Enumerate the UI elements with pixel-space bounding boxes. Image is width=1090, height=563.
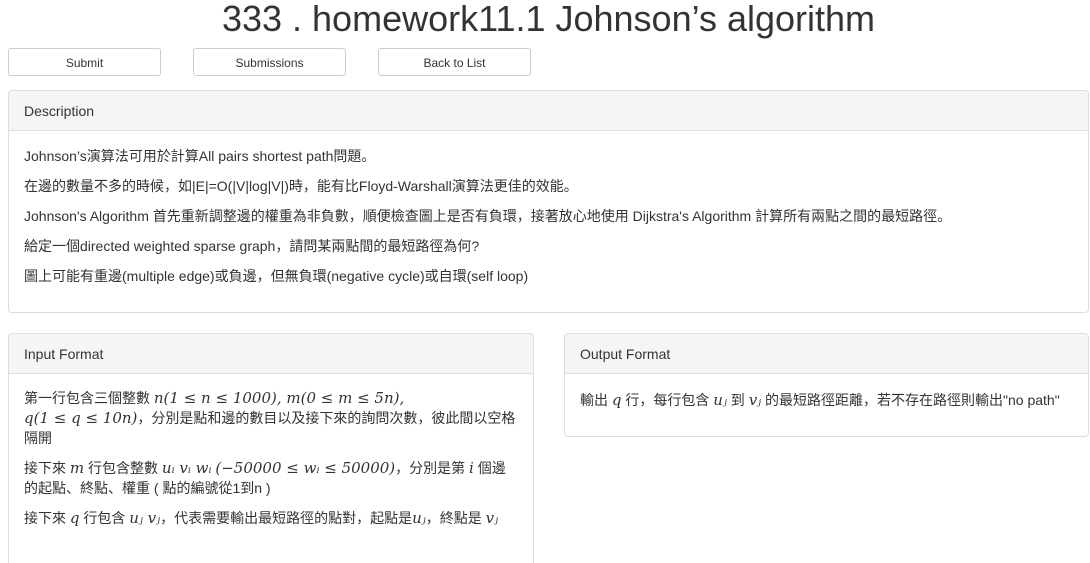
input-format-paragraph-2: 接下來 m 行包含整數 uᵢ vᵢ wᵢ (−50000 ≤ wᵢ ≤ 5000…: [24, 458, 518, 498]
math: uⱼ vⱼ: [129, 509, 161, 527]
math: m: [69, 459, 85, 477]
page-title: 333 . homework11.1 Johnson’s algorithm: [221, 0, 876, 39]
math: n(1 ≤ n ≤ 1000), m(0 ≤ m ≤ 5n),: [153, 389, 405, 407]
math: uᵢ vᵢ wᵢ: [161, 459, 212, 477]
text: 的最短路徑距離，若不存在路徑則輸出"no path": [761, 392, 1060, 408]
output-format-body: 輸出 q 行，每行包含 uⱼ 到 vⱼ 的最短路徑距離，若不存在路徑則輸出"no…: [565, 374, 1088, 410]
description-line-3: Johnson's Algorithm 首先重新調整邊的權重為非負數，順便檢查圖…: [24, 208, 952, 224]
output-format-heading: Output Format: [565, 334, 1088, 374]
math: uⱼ: [412, 509, 426, 527]
description-line-1: Johnson’s演算法可用於計算All pairs shortest path…: [24, 148, 376, 164]
description-line-4: 給定一個directed weighted sparse graph，請問某兩點…: [24, 238, 480, 254]
text: 行包含: [79, 510, 130, 526]
input-format-paragraph-1: 第一行包含三個整數 n(1 ≤ n ≤ 1000), m(0 ≤ m ≤ 5n)…: [24, 388, 518, 448]
text: 行，每行包含: [621, 392, 714, 408]
math: (−50000 ≤ wᵢ ≤ 50000): [215, 459, 396, 477]
description-line-2: 在邊的數量不多的時候，如|E|=O(|V|log|V|)時，能有比Floyd-W…: [24, 178, 578, 194]
math: vⱼ: [748, 391, 762, 409]
text: ，終點是: [425, 510, 486, 526]
description-line-5: 圖上可能有重邊(multiple edge)或負邊，但無負環(negative …: [24, 268, 529, 284]
description-heading: Description: [9, 91, 1088, 131]
back-to-list-button[interactable]: Back to List: [378, 48, 531, 76]
text: ，代表需要輸出最短路徑的點對，起點是: [160, 510, 413, 526]
math: q: [611, 391, 622, 409]
text: ，分別是第: [395, 460, 470, 476]
text: 接下來: [24, 460, 70, 476]
description-panel: Description Johnson’s演算法可用於計算All pairs s…: [8, 90, 1089, 313]
description-body: Johnson’s演算法可用於計算All pairs shortest path…: [9, 131, 1088, 286]
input-format-panel: Input Format 第一行包含三個整數 n(1 ≤ n ≤ 1000), …: [8, 333, 534, 563]
submit-button[interactable]: Submit: [8, 48, 161, 76]
text: 第一行包含三個整數: [24, 390, 154, 406]
text: 到: [726, 392, 749, 408]
text: 輸出: [580, 392, 612, 408]
text: 行包含整數: [84, 460, 162, 476]
math: vⱼ: [485, 509, 499, 527]
output-format-text: 輸出 q 行，每行包含 uⱼ 到 vⱼ 的最短路徑距離，若不存在路徑則輸出"no…: [580, 390, 1073, 410]
input-format-paragraph-3: 接下來 q 行包含 uⱼ vⱼ，代表需要輸出最短路徑的點對，起點是uⱼ，終點是 …: [24, 508, 518, 528]
math: q(1 ≤ q ≤ 10n): [24, 409, 138, 427]
submissions-button[interactable]: Submissions: [193, 48, 346, 76]
math: q: [69, 509, 80, 527]
math: uⱼ: [713, 391, 727, 409]
input-format-body: 第一行包含三個整數 n(1 ≤ n ≤ 1000), m(0 ≤ m ≤ 5n)…: [9, 374, 533, 528]
output-format-panel: Output Format 輸出 q 行，每行包含 uⱼ 到 vⱼ 的最短路徑距…: [564, 333, 1089, 437]
input-format-heading: Input Format: [9, 334, 533, 374]
text: 接下來: [24, 510, 70, 526]
